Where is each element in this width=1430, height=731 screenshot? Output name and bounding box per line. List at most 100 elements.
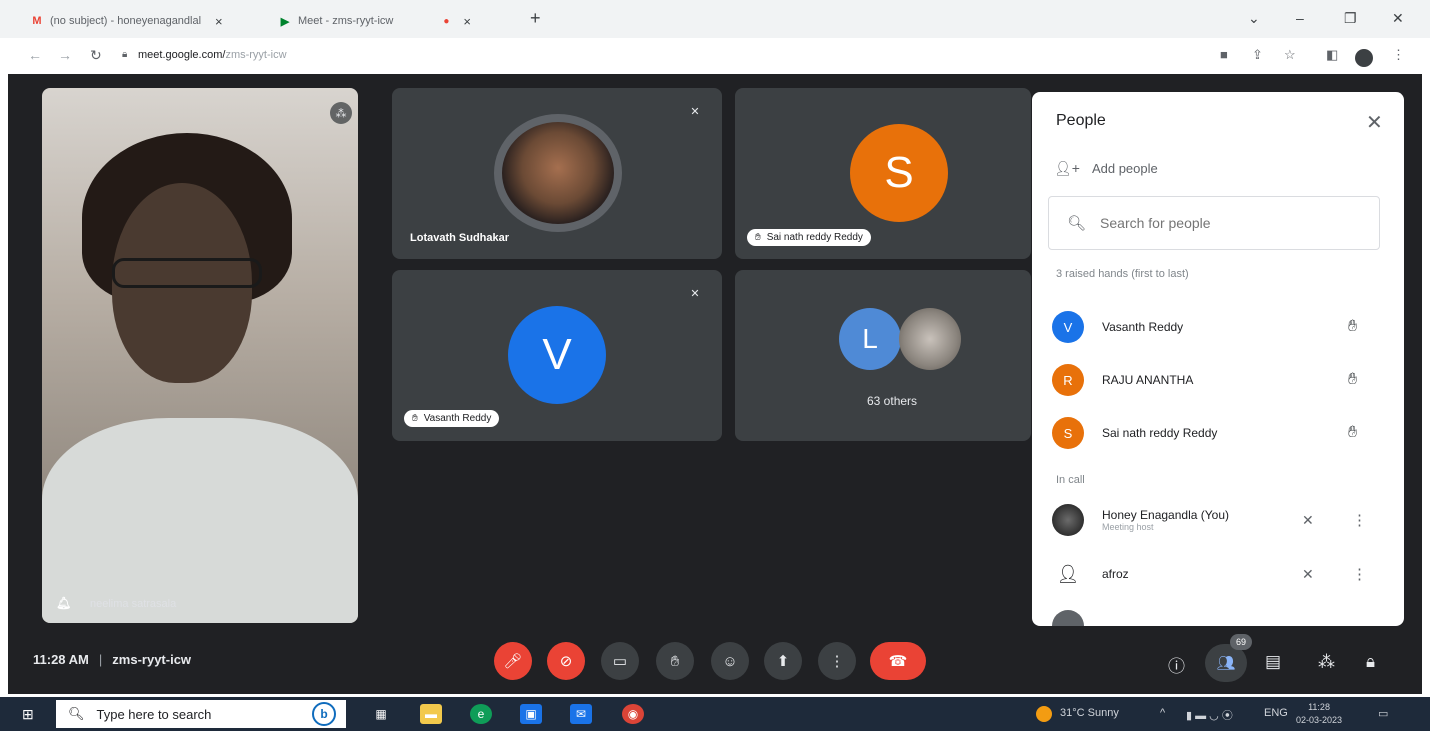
others-tile[interactable]: L 63 others	[735, 270, 1031, 441]
avatar: V	[1052, 311, 1084, 343]
list-item[interactable]: R RAJU ANANTHA ✋︎	[1052, 360, 1392, 400]
taskbar-clock[interactable]: 11:28 02-03-2023	[1296, 701, 1342, 727]
participant-name: Sai nath reddy Reddy	[1102, 426, 1218, 440]
meeting-info: 11:28 AM | zms-ryyt-icw	[33, 652, 191, 667]
participant-name: Honey Enagandla (You)	[1102, 508, 1229, 522]
name-chip: ✋︎ Vasanth Reddy	[404, 410, 500, 427]
meeting-code: zms-ryyt-icw	[112, 652, 192, 667]
windows-taskbar: ⊞ 🔍︎ Type here to search b ▦ ▬ e ▣ ✉ ◉ 3…	[0, 697, 1430, 731]
weather-icon	[1036, 706, 1052, 722]
tab-gmail[interactable]: M (no subject) - honeyenagandlal ×	[30, 8, 223, 34]
task-view-icon[interactable]: ▦	[370, 704, 392, 724]
participant-photo-avatar	[899, 308, 961, 370]
tray-icons[interactable]: ▮ ▬ ◡ ⦿	[1186, 707, 1233, 723]
list-item[interactable]: S Sai nath reddy Reddy ✋︎	[1052, 413, 1392, 453]
participant-tile-vasanth[interactable]: V ✕ ✋︎ Vasanth Reddy	[392, 270, 722, 441]
mic-off-icon[interactable]: ✕	[1302, 512, 1314, 529]
profile-avatar[interactable]	[1355, 49, 1373, 67]
self-name: neelima satrasala	[90, 598, 177, 610]
file-explorer-icon[interactable]: ▬	[420, 704, 442, 724]
add-people-button[interactable]: 👤︎+ Add people	[1054, 160, 1158, 177]
more-options-button[interactable]: ⋮	[818, 642, 856, 680]
notification-icon[interactable]: ▭	[1378, 707, 1388, 720]
avatar-initial: L	[839, 308, 901, 370]
language-indicator[interactable]: ENG	[1264, 707, 1288, 719]
mic-off-icon: ✕	[690, 287, 700, 300]
bing-icon[interactable]: b	[312, 702, 336, 726]
chat-icon[interactable]: ▤	[1265, 652, 1281, 672]
participant-name: RAJU ANANTHA	[1102, 373, 1194, 387]
weather-text: 31°C Sunny	[1060, 707, 1119, 719]
store-icon[interactable]: ▣	[520, 704, 542, 724]
present-button[interactable]: ⬆	[764, 642, 802, 680]
raised-hand-icon: ✋︎	[412, 413, 418, 424]
search-box[interactable]: 🔍︎	[1048, 196, 1380, 250]
address-bar: ← → ↻ 🔒︎ meet.google.com/zms-ryyt-icw ■ …	[0, 38, 1430, 74]
avatar-initial: S	[850, 124, 948, 222]
people-icon: 👥︎	[1216, 655, 1236, 672]
emoji-button[interactable]: ☺	[711, 642, 749, 680]
list-item[interactable]: V Vasanth Reddy ✋︎	[1052, 307, 1392, 347]
participant-name: Vasanth Reddy	[1102, 320, 1184, 334]
search-icon: 🔍︎	[68, 706, 85, 721]
participant-tile-lotavath[interactable]: ✕ Lotavath Sudhakar	[392, 88, 722, 259]
mic-off-icon[interactable]: ✕	[1302, 566, 1314, 583]
recording-icon: ●	[443, 15, 450, 27]
tray-expand-icon[interactable]: ^	[1160, 707, 1165, 719]
search-input[interactable]	[1100, 215, 1341, 231]
kebab-menu-icon[interactable]: ⋮	[1392, 47, 1405, 63]
host-controls-icon[interactable]: 🔒︎	[1366, 652, 1375, 672]
sidepanel-icon[interactable]: ◧	[1326, 47, 1338, 63]
url-path: zms-ryyt-icw	[225, 49, 287, 61]
add-people-label: Add people	[1091, 161, 1158, 176]
forward-icon[interactable]: →	[58, 47, 72, 63]
info-icon[interactable]: ⓘ	[1168, 652, 1185, 677]
restore-icon[interactable]: ❐	[1344, 10, 1357, 27]
mail-icon[interactable]: ✉	[570, 704, 592, 724]
edge-icon[interactable]: e	[470, 704, 492, 724]
new-tab-button[interactable]: +	[530, 8, 541, 29]
participant-namebox: Honey Enagandla (You) Meeting host	[1084, 508, 1229, 532]
participant-shoulders	[42, 418, 358, 623]
raised-hand-icon[interactable]: ✋︎	[1348, 318, 1357, 336]
raised-hand-icon[interactable]: ✋︎	[1348, 371, 1357, 389]
chrome-icon[interactable]: ◉	[622, 704, 644, 724]
clock-date: 02-03-2023	[1296, 715, 1343, 725]
tab-meet[interactable]: ▶ Meet - zms-ryyt-icw ● ×	[278, 8, 471, 34]
kebab-menu-icon[interactable]: ⋮	[1352, 565, 1367, 583]
share-icon[interactable]: ⇪	[1252, 47, 1263, 63]
chevron-down-icon[interactable]: ⌄	[1248, 10, 1260, 27]
taskbar-search-placeholder: Type here to search	[96, 706, 212, 722]
activities-icon[interactable]: ⁂	[1318, 652, 1335, 672]
close-tab-icon[interactable]: ×	[215, 14, 223, 29]
mic-off-icon: ⁂	[330, 102, 352, 124]
captions-button[interactable]: ▭	[601, 642, 639, 680]
list-item[interactable]: 👤︎ afroz ✕ ⋮	[1052, 554, 1392, 594]
raise-hand-button[interactable]: ✋︎	[656, 642, 694, 680]
participant-name: Sai nath reddy Reddy	[766, 232, 863, 243]
list-item[interactable]: Honey Enagandla (You) Meeting host ✕ ⋮	[1052, 500, 1392, 540]
minimize-icon[interactable]: –	[1296, 10, 1304, 26]
mic-toggle-button[interactable]: 🎤︎	[494, 642, 532, 680]
kebab-menu-icon[interactable]: ⋮	[1352, 511, 1367, 529]
windows-start-icon[interactable]: ⊞	[22, 706, 34, 723]
back-icon[interactable]: ←	[28, 47, 42, 63]
avatar	[1052, 610, 1084, 626]
list-item[interactable]	[1052, 606, 1392, 626]
camera-icon[interactable]: ■	[1220, 47, 1228, 62]
participant-name: afroz	[1102, 567, 1129, 581]
participant-tile-sainath[interactable]: S ✋︎ Sai nath reddy Reddy	[735, 88, 1031, 259]
close-icon[interactable]: ✕	[1366, 110, 1383, 135]
close-window-icon[interactable]: ✕	[1392, 10, 1404, 27]
end-call-button[interactable]: ☎︎	[870, 642, 926, 680]
camera-toggle-button[interactable]: ⊘	[547, 642, 585, 680]
raised-hand-icon[interactable]: ✋︎	[1348, 424, 1357, 442]
reload-icon[interactable]: ↻	[90, 47, 102, 64]
star-icon[interactable]: ☆	[1284, 47, 1296, 63]
taskbar-search[interactable]: 🔍︎ Type here to search b	[56, 700, 346, 728]
self-video-tile[interactable]: ⁂ 🔔︎ neelima satrasala	[42, 88, 358, 623]
url-field[interactable]: meet.google.com/zms-ryyt-icw	[138, 49, 287, 61]
others-count-label: 63 others	[867, 394, 918, 408]
raised-hand-icon: ✋︎	[755, 232, 761, 243]
close-tab-icon[interactable]: ×	[463, 14, 471, 29]
